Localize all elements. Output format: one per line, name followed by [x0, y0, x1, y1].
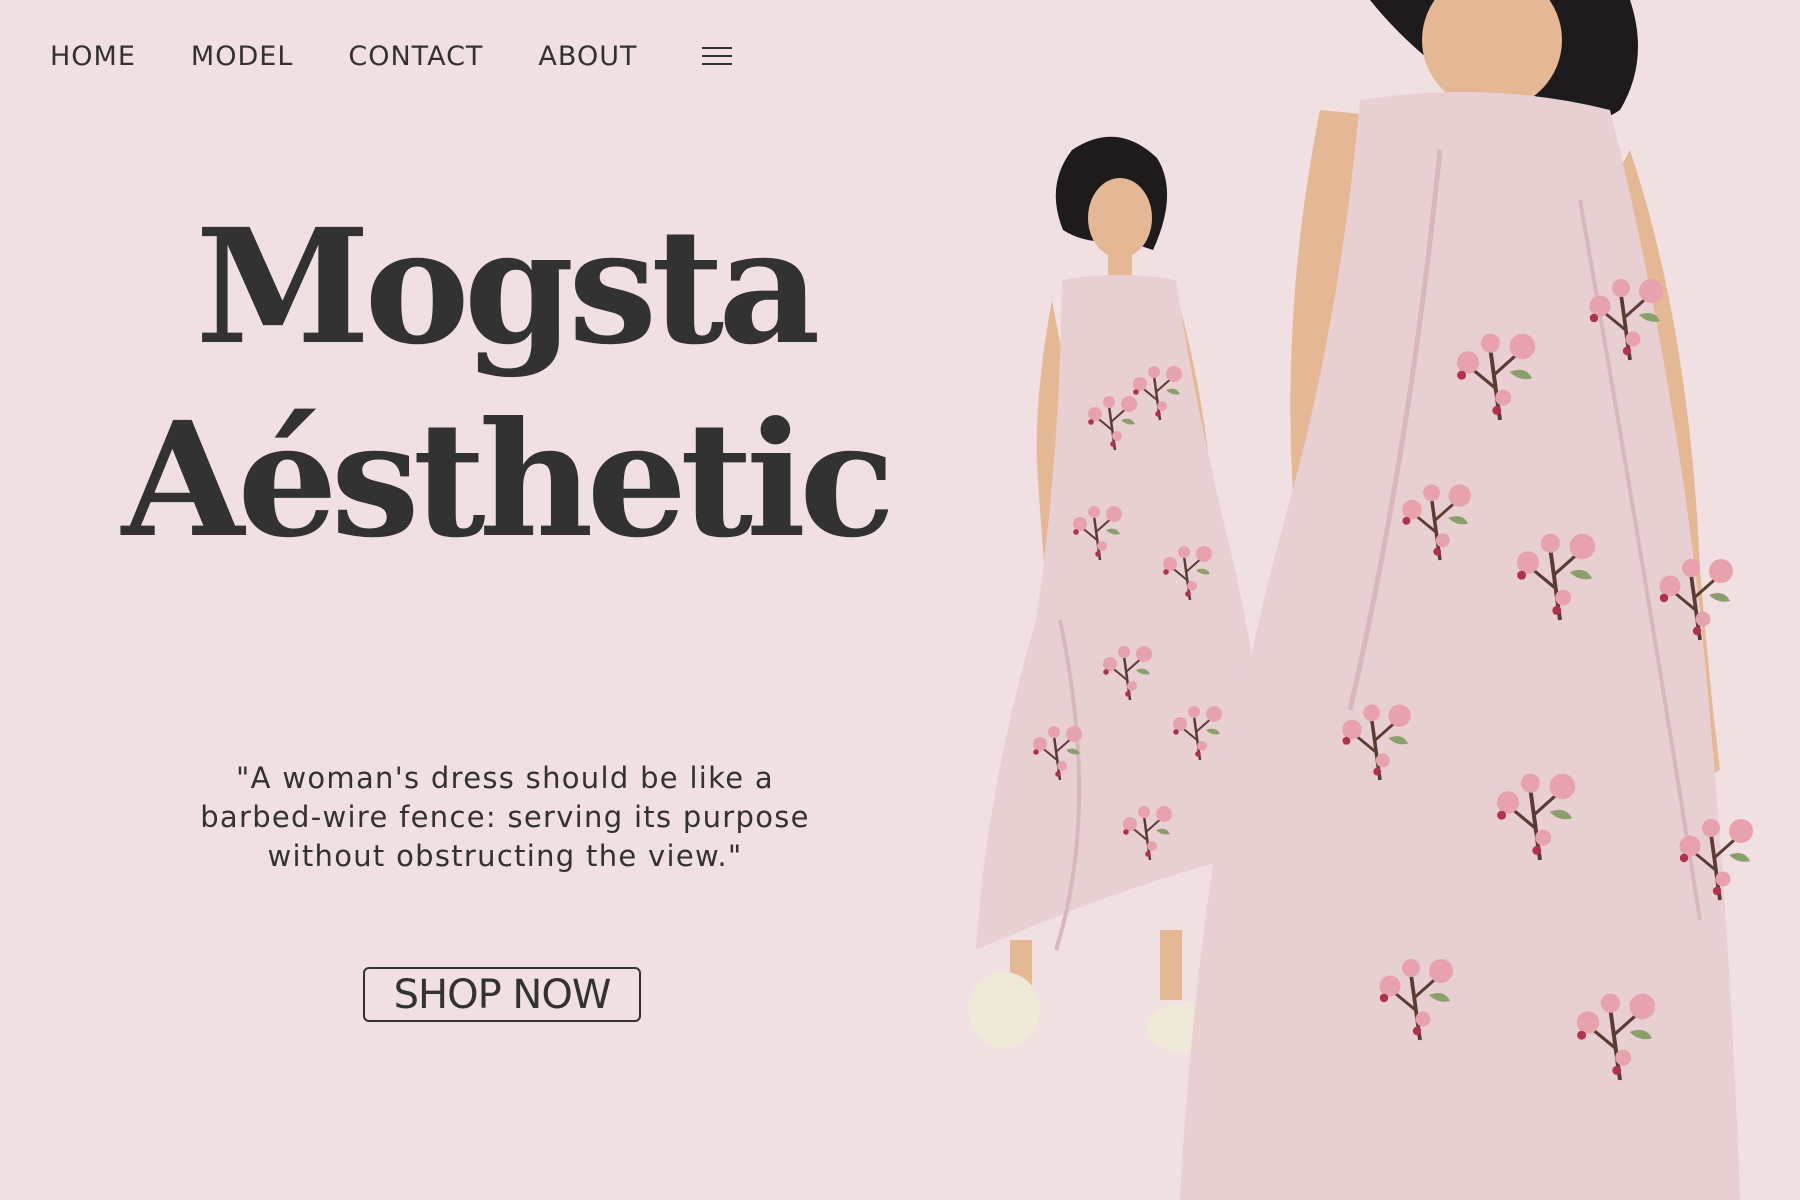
- nav-about-link[interactable]: ABOUT: [538, 41, 637, 72]
- nav-home-link[interactable]: HOME: [50, 41, 136, 72]
- hamburger-menu-icon[interactable]: [702, 45, 733, 67]
- menu-icon-bar: [702, 63, 733, 65]
- shop-now-button[interactable]: SHOP NOW: [363, 967, 641, 1022]
- menu-icon-bar: [702, 55, 733, 57]
- hero-title: Mogsta Aésthetic: [50, 195, 960, 574]
- main-nav: HOME MODEL CONTACT ABOUT: [50, 36, 733, 76]
- model-large: [1180, 0, 1755, 1200]
- models-image: [940, 0, 1800, 1200]
- landing-page: HOME MODEL CONTACT ABOUT Mogsta Aéstheti…: [0, 0, 1800, 1200]
- hero-title-line-1: Mogsta: [195, 195, 820, 381]
- menu-icon-bar: [702, 47, 733, 49]
- hero-title-line-2: Aésthetic: [121, 388, 896, 574]
- nav-model-link[interactable]: MODEL: [191, 41, 293, 72]
- nav-contact-link[interactable]: CONTACT: [348, 41, 483, 72]
- models-illustration: [968, 0, 1755, 1200]
- hero-quote: "A woman's dress should be like a barbed…: [200, 761, 810, 873]
